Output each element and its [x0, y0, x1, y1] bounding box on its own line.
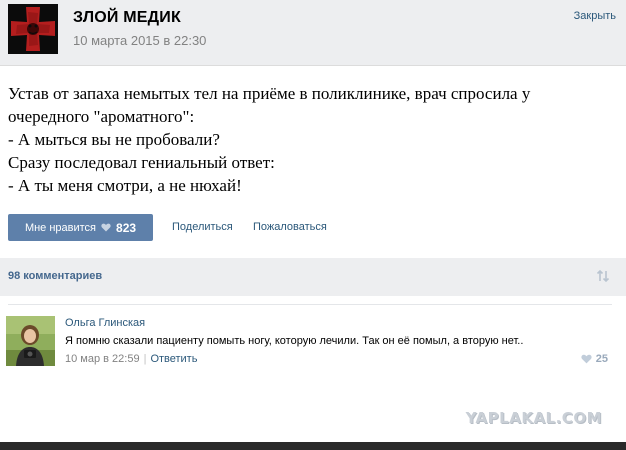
heart-icon: [581, 354, 592, 364]
avatar-photo: [6, 316, 55, 366]
red-cross-logo: [8, 4, 58, 54]
post-date[interactable]: 10 марта 2015 в 22:30: [73, 33, 206, 48]
close-link[interactable]: Закрыть: [574, 10, 616, 22]
like-count: 823: [116, 220, 137, 235]
comments-header: 98 комментариев: [0, 258, 626, 296]
comments-count[interactable]: 98 комментариев: [8, 270, 102, 282]
comment-author-name[interactable]: Ольга Глинская: [65, 317, 145, 329]
share-link[interactable]: Поделиться: [172, 221, 233, 233]
meta-separator: |: [143, 353, 147, 365]
comment-author-avatar[interactable]: [6, 316, 55, 366]
post-author-name[interactable]: ЗЛОЙ МЕДИК: [73, 9, 181, 27]
comment-text: Я помню сказали пациенту помыть ногу, ко…: [65, 335, 524, 347]
post-text-line: очередного "ароматного":: [8, 107, 195, 126]
reply-link[interactable]: Ответить: [150, 353, 197, 365]
post-text-line: - А мыться вы не пробовали?: [8, 130, 220, 149]
post-text-line: Сразу последовал гениальный ответ:: [8, 153, 275, 172]
comment-like-button[interactable]: 25: [581, 353, 608, 365]
heart-icon: [101, 223, 111, 232]
bottom-bar: [0, 442, 626, 450]
post-text-line: - А ты меня смотри, а не нюхай!: [8, 176, 242, 195]
comment-time[interactable]: 10 мар в 22:59: [65, 353, 140, 365]
comment-like-count: 25: [595, 353, 608, 365]
post-actions: Мне нравится 823 Поделиться Пожаловаться: [8, 214, 618, 241]
post-text: Устав от запаха немытых тел на приёме в …: [8, 82, 618, 197]
like-button-label: Мне нравится: [24, 221, 97, 234]
author-avatar[interactable]: [8, 4, 58, 54]
post-header: ЗЛОЙ МЕДИК 10 марта 2015 в 22:30 Закрыть: [0, 0, 626, 66]
post-text-line: Устав от запаха немытых тел на приёме в …: [8, 84, 531, 103]
site-watermark: YAPLAKAL.COM: [465, 409, 602, 427]
sort-arrows-icon[interactable]: [596, 269, 610, 283]
comment-meta: 10 мар в 22:59 | Ответить: [65, 353, 197, 365]
report-link[interactable]: Пожаловаться: [253, 221, 327, 233]
divider: [8, 304, 612, 305]
like-button[interactable]: Мне нравится 823: [8, 214, 153, 241]
